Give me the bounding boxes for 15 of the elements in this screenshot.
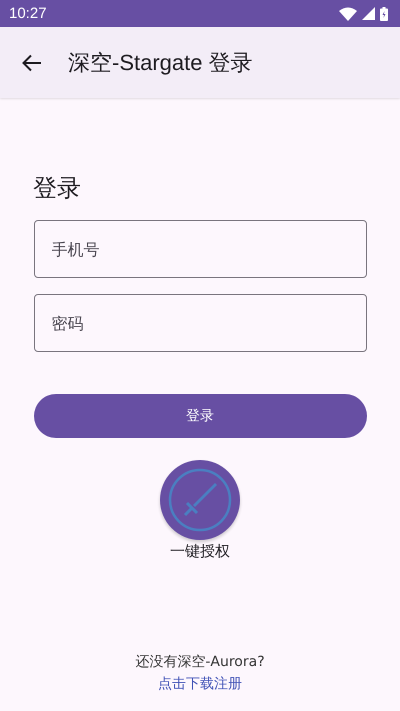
register-prompt: 还没有深空-Aurora?	[135, 653, 265, 671]
status-time: 10:27	[9, 5, 47, 22]
login-button[interactable]: 登录	[34, 394, 366, 438]
app-bar-title: 深空-Stargate 登录	[68, 48, 253, 77]
quick-auth-label: 一键授权	[170, 542, 230, 561]
back-arrow-icon[interactable]	[22, 54, 42, 72]
login-heading: 登录	[33, 173, 81, 204]
sword-icon	[167, 467, 233, 533]
input-field[interactable]: 手机号	[34, 220, 366, 278]
battery-icon	[380, 6, 388, 20]
input-field[interactable]: 密码	[34, 294, 366, 352]
register-link[interactable]: 点击下载注册	[158, 675, 242, 693]
wifi-icon	[339, 6, 357, 20]
signal-icon	[362, 7, 375, 20]
quick-auth-button[interactable]	[160, 460, 240, 540]
